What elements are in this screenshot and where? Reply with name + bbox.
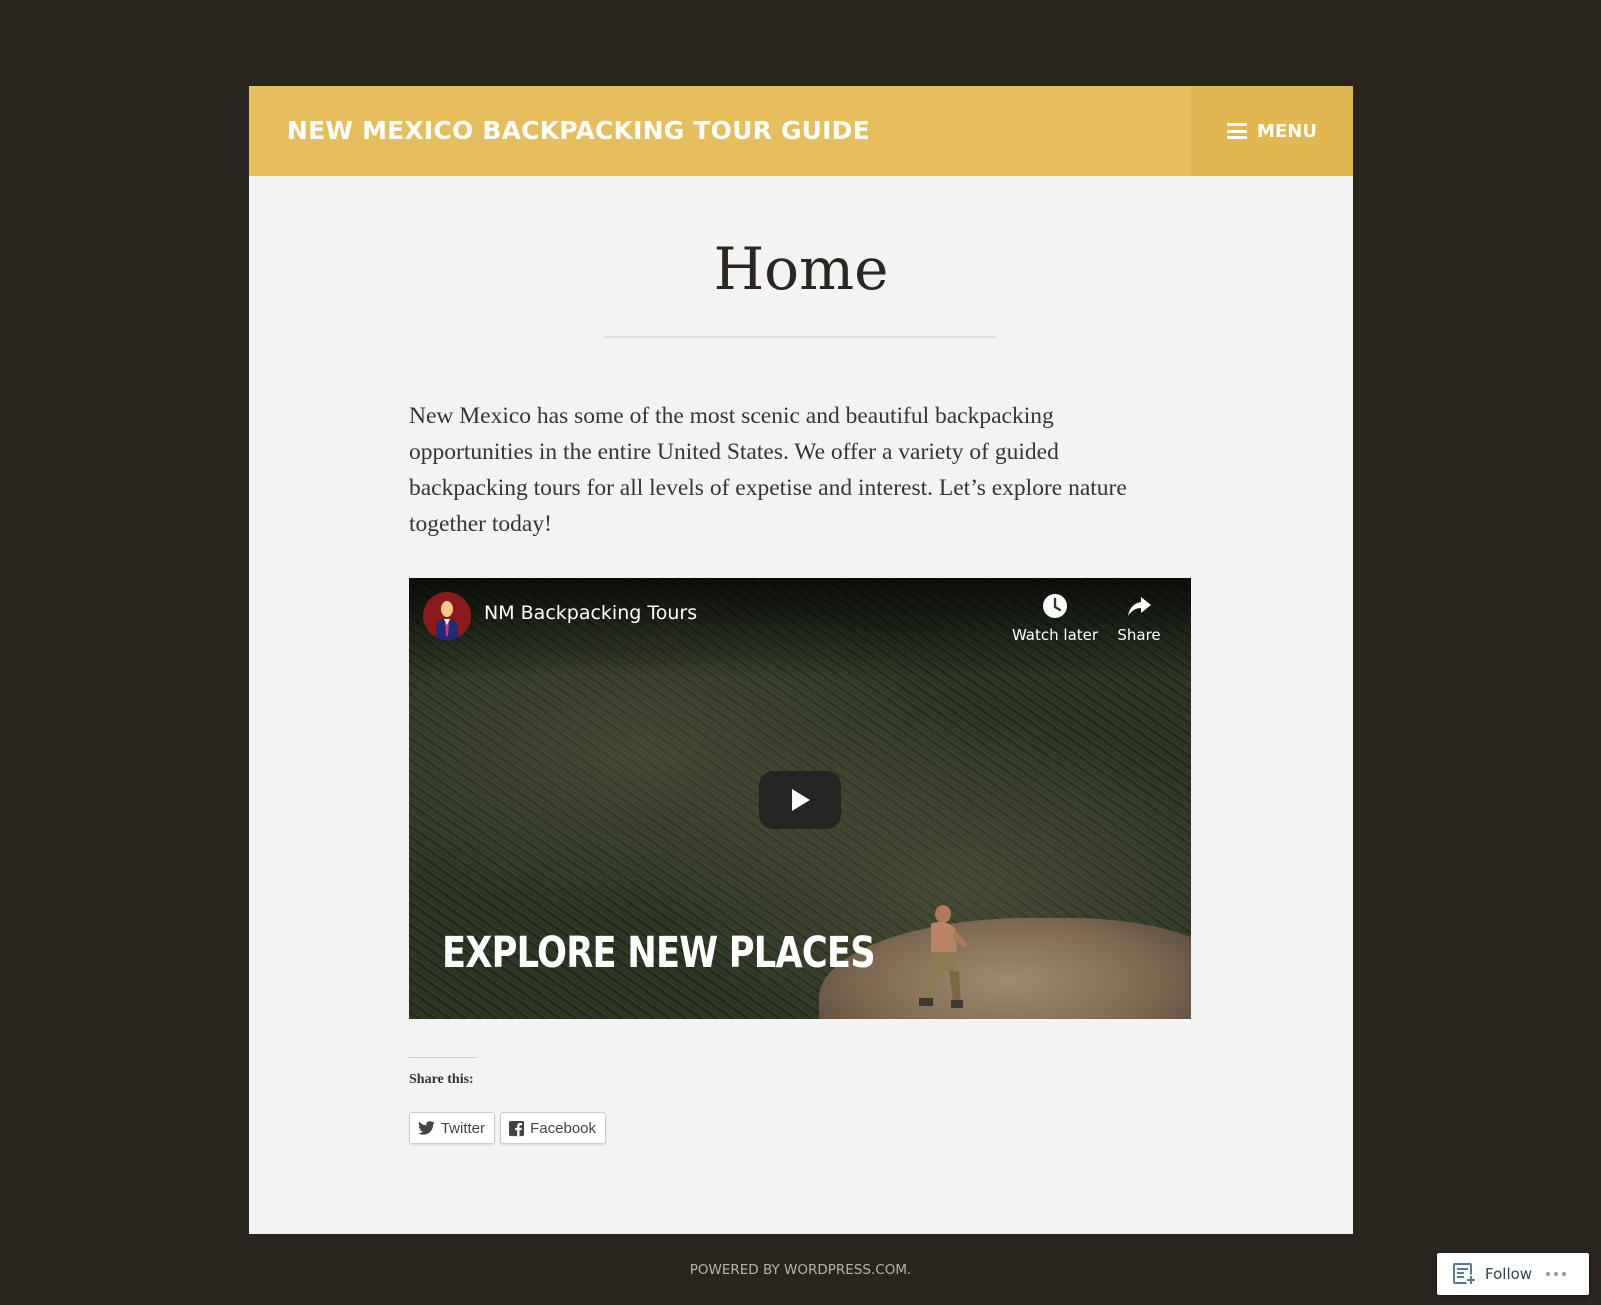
- site-header: NEW MEXICO BACKPACKING TOUR GUIDE MENU: [249, 86, 1353, 176]
- facebook-icon: [509, 1120, 525, 1136]
- share-label: Share: [1117, 626, 1161, 644]
- follow-button[interactable]: Follow: [1453, 1262, 1532, 1286]
- more-icon[interactable]: [1546, 1272, 1567, 1276]
- title-divider: [604, 336, 996, 338]
- play-icon: [792, 789, 810, 811]
- footer-credit-link[interactable]: POWERED BY WORDPRESS.COM.: [0, 1262, 1601, 1278]
- facebook-share-button[interactable]: Facebook: [500, 1112, 606, 1144]
- site-title[interactable]: NEW MEXICO BACKPACKING TOUR GUIDE: [287, 86, 870, 176]
- share-heading: Share this:: [409, 1072, 474, 1087]
- share-arrow-icon: [1128, 597, 1151, 616]
- follow-label: Follow: [1485, 1265, 1533, 1283]
- avatar-icon: [423, 592, 471, 640]
- follow-reader-icon: [1453, 1263, 1477, 1286]
- watch-later-button[interactable]: Watch later: [1009, 592, 1101, 644]
- page-title: Home: [713, 235, 889, 303]
- video-share-button[interactable]: Share: [1109, 592, 1169, 644]
- video-climber: [919, 905, 967, 1008]
- follow-widget: Follow: [1437, 1253, 1589, 1295]
- video-caption: EXPLORE NEW PLACES: [442, 928, 876, 978]
- intro-paragraph: New Mexico has some of the most scenic a…: [409, 403, 1127, 537]
- menu-button[interactable]: MENU: [1191, 86, 1353, 176]
- channel-avatar[interactable]: [423, 592, 471, 640]
- twitter-icon: [418, 1121, 435, 1135]
- play-button[interactable]: [759, 771, 841, 829]
- video-player[interactable]: NM Backpacking Tours Watch later Share E…: [409, 578, 1191, 1019]
- facebook-label: Facebook: [530, 1119, 596, 1137]
- menu-label: MENU: [1257, 120, 1317, 142]
- twitter-share-button[interactable]: Twitter: [409, 1112, 495, 1144]
- video-rock: [819, 918, 1191, 1019]
- hamburger-icon: [1227, 123, 1248, 139]
- page-container: NEW MEXICO BACKPACKING TOUR GUIDE MENU H…: [249, 86, 1353, 1234]
- share-divider: [409, 1057, 476, 1058]
- twitter-label: Twitter: [440, 1119, 485, 1137]
- watch-later-label: Watch later: [1011, 626, 1099, 644]
- channel-name[interactable]: NM Backpacking Tours: [484, 602, 697, 624]
- clock-icon: [1043, 594, 1067, 618]
